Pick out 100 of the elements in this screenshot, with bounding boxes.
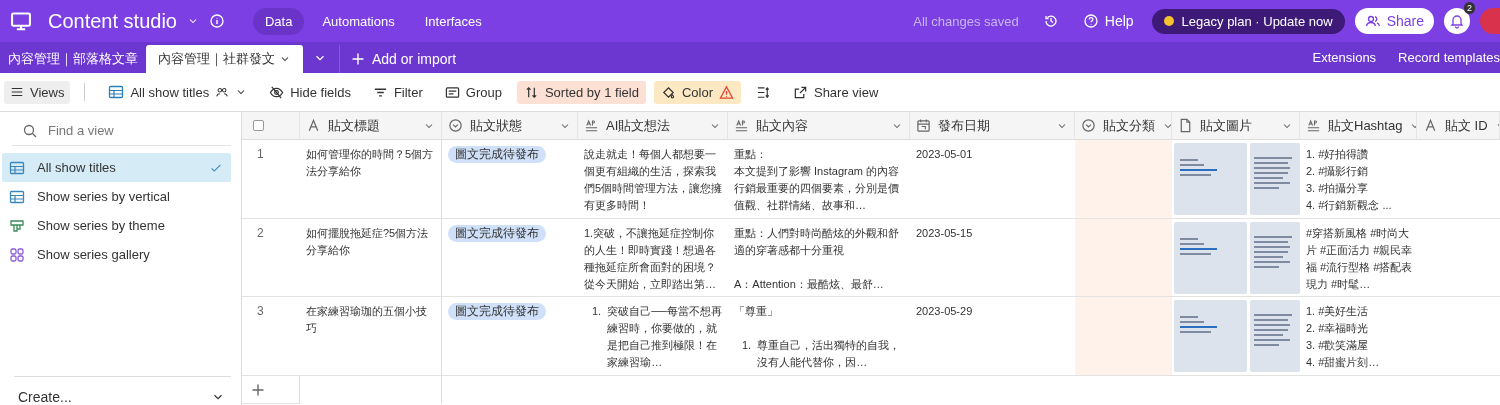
search-icon: [22, 122, 38, 139]
document-thumbnail[interactable]: [1174, 143, 1247, 215]
cell-text: A：Attention：最酷炫、最舒…: [734, 277, 885, 292]
cell-text: 在家練習瑜珈的五個小技巧: [306, 304, 428, 336]
view-switcher[interactable]: All show titles: [101, 80, 255, 104]
list-item: 1. 突破自己──每當不想再練習時，你要做的，就是把自己推到極限！在家練習瑜…: [591, 304, 723, 370]
column-header[interactable]: 貼文狀態: [442, 112, 578, 140]
record-templates-button[interactable]: Record templates: [1398, 50, 1500, 65]
plus-icon: [350, 51, 366, 67]
date-text: 2023-05-29: [916, 304, 974, 319]
menu-icon: [10, 85, 24, 99]
cell-text: 3. #拍攝分享: [1306, 181, 1370, 196]
eye-slash-icon: [269, 84, 285, 100]
bell-icon: [1449, 13, 1465, 29]
row-height-icon: [755, 84, 771, 100]
grid-icon: [9, 159, 25, 176]
history-icon: [1042, 13, 1059, 29]
view-item[interactable]: Show series gallery: [2, 240, 231, 269]
row-number: 2: [256, 226, 264, 240]
warning-icon: [718, 84, 734, 100]
people-icon: [215, 85, 230, 99]
column-header[interactable]: 發布日期: [910, 112, 1075, 140]
cell-text: 「尊重」: [734, 304, 779, 319]
circle-chevron-icon: [448, 118, 463, 133]
document-thumbnail[interactable]: [1250, 143, 1300, 215]
plan-button[interactable]: Legacy plan · Update now: [1151, 8, 1345, 34]
help-button[interactable]: Help: [1082, 13, 1134, 29]
long-text-icon: [584, 118, 599, 133]
sort-button[interactable]: Sorted by 1 field: [516, 80, 646, 104]
nav-tab[interactable]: Automations: [310, 7, 407, 35]
extensions-button[interactable]: Extensions: [1312, 50, 1377, 65]
cell-text: 如何管理你的時間？5個方法分享給你: [306, 147, 435, 179]
select-all-checkbox[interactable]: [253, 120, 264, 131]
views-button[interactable]: Views: [4, 80, 71, 104]
save-status: All changes saved: [913, 13, 1019, 29]
help-icon: [1082, 13, 1099, 29]
cell-text: 3. #歡笑滿屋: [1306, 338, 1370, 353]
cell-text: 1. #好拍得讚: [1306, 147, 1370, 162]
document-thumbnail[interactable]: [1250, 222, 1300, 294]
date-text: 2023-05-01: [916, 147, 974, 162]
share-arrow-icon: [792, 84, 808, 100]
letter-a-icon: [306, 118, 321, 133]
column-header[interactable]: 貼文分類: [1075, 112, 1172, 140]
column-header[interactable]: 貼文 ID: [1417, 112, 1500, 140]
view-item[interactable]: Show series by theme: [2, 211, 231, 240]
letter-a-icon: [1423, 118, 1438, 133]
cell-text: 1.突破，不讓拖延症控制你的人生！即時實踐！想過各種拖延症所會面對的困境？從今天開始，立即踏出第…: [584, 226, 717, 292]
kanban-icon: [9, 217, 25, 234]
status-tag: 圖文完成待發布: [448, 225, 546, 242]
cell-text: 重點：: [734, 147, 768, 162]
document-icon: [1178, 118, 1193, 133]
share-button[interactable]: Share: [1354, 8, 1434, 34]
view-item[interactable]: All show titles: [2, 153, 231, 182]
long-text-icon: [1306, 118, 1321, 133]
document-thumbnail[interactable]: [1174, 222, 1247, 294]
table-tab[interactable]: 內容管理｜部落格文章: [0, 45, 146, 73]
cell-text: 2. #幸福時光: [1306, 321, 1370, 336]
cell-text: 如何擺脫拖延症?5個方法分享給你: [306, 226, 430, 258]
cell-text: 2. #攝影行銷: [1306, 164, 1370, 179]
column-header[interactable]: 貼文內容: [728, 112, 910, 140]
filter-button[interactable]: Filter: [365, 80, 430, 104]
nav-tab[interactable]: Data: [253, 7, 305, 35]
document-thumbnail[interactable]: [1250, 300, 1300, 372]
list-item: 1. 尊重自己，活出獨特的自我，沒有人能代替你，因…: [741, 338, 902, 370]
gallery-icon: [9, 246, 25, 263]
create-button[interactable]: Create...: [14, 376, 231, 405]
column-header[interactable]: 貼文Hashtag: [1300, 112, 1417, 140]
search-field[interactable]: Find a view: [46, 122, 196, 139]
group-button[interactable]: Group: [437, 80, 509, 104]
view-item[interactable]: Show series by vertical: [2, 182, 231, 211]
column-header[interactable]: 貼文標題: [300, 112, 442, 140]
nav-tab[interactable]: Interfaces: [412, 7, 494, 35]
long-text-icon: [734, 118, 749, 133]
group-icon: [444, 84, 460, 100]
document-thumbnail[interactable]: [1174, 300, 1247, 372]
cell-text: 本文提到了影響 Instagram 的內容行銷最重要的四個要素，分別是價值觀、社群情緒、故事和…: [734, 164, 901, 213]
status-tag: 圖文完成待發布: [448, 303, 546, 320]
cell-text: #穿搭新風格 #时尚大片 #正面活力 #親民幸福 #流行型格 #搭配表現力 #时髦…: [1306, 226, 1413, 292]
info-icon: [209, 13, 225, 29]
circle-chevron-icon: [1081, 118, 1096, 133]
color-button[interactable]: Color: [653, 80, 741, 104]
app-title[interactable]: Content studio: [48, 9, 177, 33]
notification-badge: 2: [1464, 2, 1475, 14]
column-header[interactable]: AI貼文想法: [578, 112, 728, 140]
hide-fields-button[interactable]: Hide fields: [262, 80, 358, 104]
calendar-icon: [916, 118, 931, 133]
paint-bucket-icon: [660, 84, 676, 100]
cell-text: 1. #美好生活: [1306, 304, 1370, 319]
table-tab[interactable]: 內容管理｜社群發文: [146, 45, 303, 73]
grid-icon: [9, 188, 25, 205]
add-import-button[interactable]: Add or import: [339, 45, 457, 73]
monitor-icon: [10, 10, 32, 32]
status-tag: 圖文完成待發布: [448, 146, 546, 163]
share-view-button[interactable]: Share view: [785, 80, 886, 104]
row-number: 3: [256, 304, 264, 318]
grid-icon: [108, 84, 125, 100]
cell-text: 重點：人們對時尚酷炫的外觀和舒適的穿著感都十分重視: [734, 226, 900, 258]
column-header[interactable]: 貼文圖片: [1172, 112, 1300, 140]
users-icon: [1364, 13, 1381, 29]
row-number: 1: [256, 147, 264, 161]
